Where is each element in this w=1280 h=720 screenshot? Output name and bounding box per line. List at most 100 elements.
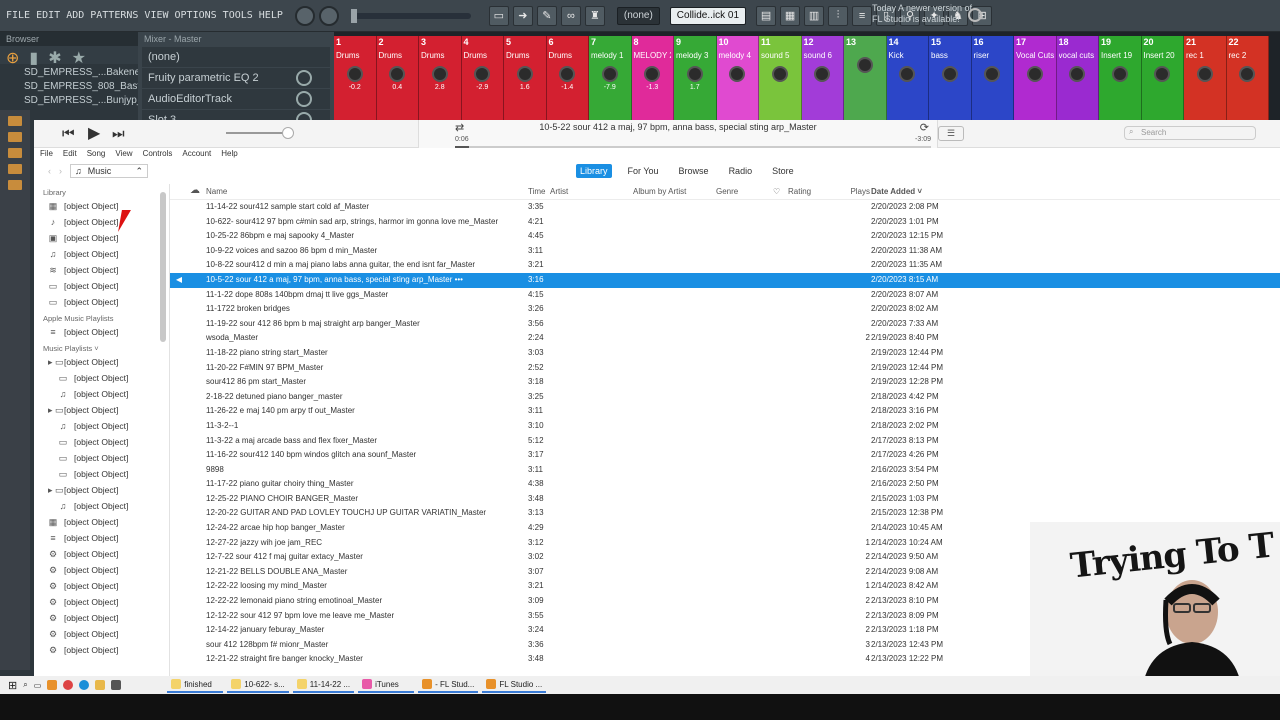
- tab-store[interactable]: Store: [768, 164, 798, 178]
- sidebar-scrollbar[interactable]: [160, 192, 166, 342]
- fl-menu-view[interactable]: VIEW: [144, 10, 168, 21]
- fl-menu-options[interactable]: OPTIONS: [175, 10, 217, 21]
- pan-knob[interactable]: [771, 66, 788, 82]
- mixer-track[interactable]: 16 riser: [971, 36, 1014, 120]
- master-volume-knob[interactable]: [294, 5, 315, 26]
- table-row[interactable]: 11-18-22 piano string start_Master 3:03 2/…: [170, 346, 1280, 361]
- table-row[interactable]: sour412 86 pm start_Master 3:18 2/19/2023 …: [170, 375, 1280, 390]
- pan-knob[interactable]: [644, 66, 661, 82]
- table-row[interactable]: 11-17-22 piano guitar choiry thing_Maste…: [170, 477, 1280, 492]
- sidebar-item-classical-music1[interactable]: ⚙ [object Object]: [34, 594, 169, 610]
- table-row[interactable]: wsoda_Master 2:24 2 2/19/2023 8:40 PM: [170, 331, 1280, 346]
- table-row[interactable]: ◀ 10-5-22 sour 412 a maj, 97 bpm, anna ba…: [170, 272, 1280, 288]
- mixer-track[interactable]: 21 rec 1: [1184, 36, 1227, 120]
- forward-icon[interactable]: ›: [59, 166, 62, 176]
- table-row[interactable]: 11-20-22 F#MIN 97 BPM_Master 2:52 2/19/202…: [170, 361, 1280, 376]
- mixer-track[interactable]: 14 Kick: [886, 36, 929, 120]
- sidebar-item-recently-added1[interactable]: ⚙ [object Object]: [34, 642, 169, 658]
- folder-icon[interactable]: [8, 116, 22, 126]
- pan-knob[interactable]: [516, 66, 533, 82]
- mixer-track[interactable]: 3 Drums 2.8: [419, 36, 462, 120]
- mixer-track[interactable]: 2 Drums 0.4: [376, 36, 419, 120]
- piano-roll-icon[interactable]: ▥: [804, 5, 825, 26]
- menu-controls[interactable]: Controls: [143, 149, 173, 161]
- table-row[interactable]: 11-3-2--1 3:10 2/18/2023 2:02 PM: [170, 419, 1280, 434]
- pan-knob[interactable]: [984, 66, 1001, 82]
- rack-select[interactable]: (none): [142, 47, 330, 67]
- table-row[interactable]: 2-18-22 detuned piano banger_master 3:25 2…: [170, 390, 1280, 405]
- previous-icon[interactable]: ⏮: [62, 125, 75, 142]
- sidebar-item-recently-added[interactable]: ⚙ [object Object]: [34, 626, 169, 642]
- fl-studio-icon[interactable]: [47, 680, 58, 690]
- mixer-track[interactable]: 11 sound 5: [759, 36, 802, 120]
- pan-knob[interactable]: [346, 66, 363, 82]
- sidebar-item-beatstars[interactable]: ▭ [object Object]: [34, 434, 169, 450]
- heart-icon[interactable]: ♡: [773, 187, 783, 196]
- sidebar-item-albums[interactable]: ▣ [object Object]: [34, 230, 169, 246]
- globe-icon[interactable]: [968, 8, 982, 22]
- sidebar-item-90-s-music1[interactable]: ⚙ [object Object]: [34, 562, 169, 578]
- repeat-icon[interactable]: ⟳: [920, 121, 929, 134]
- arrow-icon[interactable]: ➜: [512, 5, 533, 26]
- mixer-track[interactable]: 20 Insert 20: [1141, 36, 1184, 120]
- menu-edit[interactable]: Edit: [63, 149, 77, 161]
- browser-file[interactable]: SD_EMPRESS_...Bakeneko_D: [24, 66, 164, 80]
- mixer-track[interactable]: 12 sound 6: [801, 36, 844, 120]
- pan-knob[interactable]: [899, 66, 916, 82]
- pan-knob[interactable]: [856, 57, 873, 73]
- fl-menu-add[interactable]: ADD: [66, 10, 84, 21]
- mixer-track[interactable]: 7 melody 1 -7.9: [589, 36, 632, 120]
- mixer-track[interactable]: 9 melody 3 1.7: [674, 36, 717, 120]
- progress-bar[interactable]: [455, 146, 931, 148]
- tag-icon[interactable]: ✱: [48, 48, 61, 67]
- sidebar-item-tiki-tok-projects[interactable]: ▸ ▭ [object Object]: [34, 482, 169, 498]
- taskbar-window[interactable]: FL Studio ...: [482, 677, 547, 693]
- pan-knob[interactable]: [559, 66, 576, 82]
- mixer-track[interactable]: 15 bass: [929, 36, 972, 120]
- mixer-track[interactable]: 8 MELODY 2 -1.3: [631, 36, 674, 120]
- table-row[interactable]: 11-1-22 dope 808s 140bpm dmaj tt live gg…: [170, 288, 1280, 303]
- col-artist[interactable]: Artist: [550, 187, 620, 196]
- piano-icon[interactable]: ▭: [488, 5, 509, 26]
- app-icon[interactable]: [111, 680, 122, 690]
- pan-knob[interactable]: [474, 66, 491, 82]
- sidebar-item-classical-music[interactable]: ⚙ [object Object]: [34, 578, 169, 594]
- table-row[interactable]: 10-9-22 voices and sazoo 86 bpm d min_Ma…: [170, 244, 1280, 259]
- col-plays[interactable]: Plays: [836, 187, 870, 196]
- mixer-track[interactable]: 6 Drums -1.4: [546, 36, 589, 120]
- table-row[interactable]: 10-25-22 86bpm e maj sapooky 4_Master 4:4…: [170, 229, 1280, 244]
- col-rating[interactable]: Rating: [788, 187, 828, 196]
- pattern-select[interactable]: (none): [616, 6, 660, 25]
- edge-icon[interactable]: [79, 680, 90, 690]
- back-icon[interactable]: ‹: [48, 166, 51, 176]
- next-icon[interactable]: ⏭: [112, 125, 125, 142]
- link-icon[interactable]: ∞: [560, 5, 581, 26]
- sidebar-item-crime-pays[interactable]: ♫ [object Object]: [34, 498, 169, 514]
- taskbar-window[interactable]: 10-622- s...: [227, 677, 289, 693]
- windows-start-icon[interactable]: ⊞: [8, 679, 17, 692]
- rack-slot[interactable]: Fruity parametric EQ 2: [142, 68, 330, 88]
- folder-icon[interactable]: [8, 180, 22, 190]
- col-genre[interactable]: Genre: [716, 187, 776, 196]
- table-row[interactable]: 11-3-22 a maj arcade bass and flex fixer…: [170, 434, 1280, 449]
- folder-icon[interactable]: [95, 680, 106, 690]
- table-row[interactable]: 11-16-22 sour412 140 bpm windos glitch a…: [170, 448, 1280, 463]
- col-date-added[interactable]: Date Added ˅: [871, 187, 971, 196]
- tab-for-you[interactable]: For You: [624, 164, 663, 178]
- slot-knob-icon[interactable]: [296, 70, 312, 86]
- sidebar-item-artists[interactable]: ♪ [object Object]: [34, 214, 169, 230]
- mixer-track[interactable]: 5 Drums 1.6: [504, 36, 547, 120]
- pan-knob[interactable]: [431, 66, 448, 82]
- pan-knob[interactable]: [1026, 66, 1043, 82]
- preset-select[interactable]: Collide..ick 01: [669, 6, 747, 25]
- sidebar-item-cync[interactable]: ▭ [object Object]: [34, 450, 169, 466]
- mixer-track[interactable]: 19 Insert 19: [1099, 36, 1142, 120]
- sidebar-item-playlist-10[interactable]: ♫ [object Object]: [34, 386, 169, 402]
- sidebar-item-remix[interactable]: ▭ [object Object]: [34, 466, 169, 482]
- pan-knob[interactable]: [729, 66, 746, 82]
- pan-knob[interactable]: [1196, 66, 1213, 82]
- sliders-icon[interactable]: ≡: [852, 5, 873, 26]
- sidebar-item-songs[interactable]: ♫ [object Object]: [34, 246, 169, 262]
- mixer-track[interactable]: 10 melody 4: [716, 36, 759, 120]
- sidebar-item-a-beats[interactable]: ▸ ▭ [object Object]: [34, 354, 169, 370]
